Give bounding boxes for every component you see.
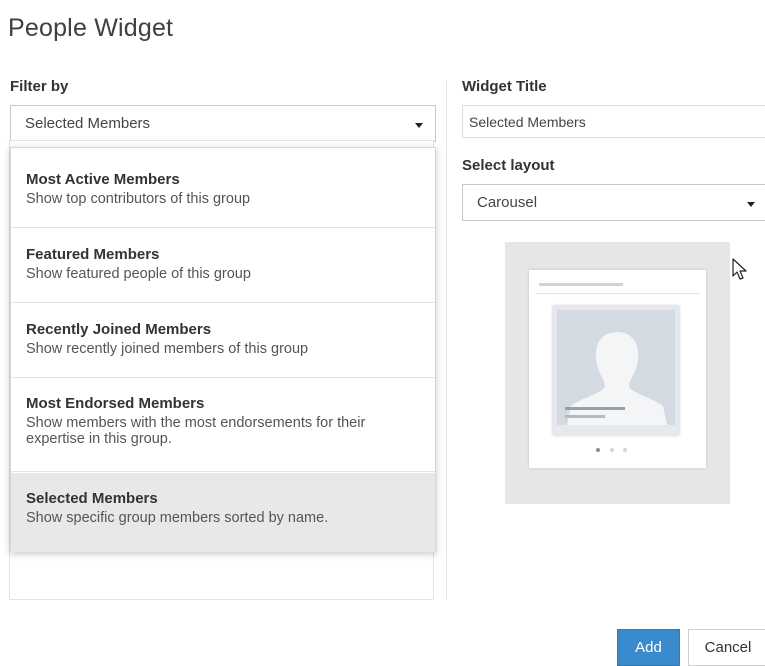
page-title: People Widget xyxy=(8,14,174,42)
add-button[interactable]: Add xyxy=(617,629,680,666)
chevron-down-icon xyxy=(415,122,423,128)
filter-by-select[interactable]: Selected Members xyxy=(10,105,436,142)
mouse-pointer-icon xyxy=(732,258,747,280)
option-description: Show recently joined members of this gro… xyxy=(26,341,309,357)
filter-by-label: Filter by xyxy=(10,78,69,95)
option-name: Selected Members xyxy=(26,490,158,507)
option-description: Show specific group members sorted by na… xyxy=(26,510,329,526)
column-divider xyxy=(446,80,447,600)
option-description: Show members with the most endorsements … xyxy=(26,415,366,447)
cancel-button[interactable]: Cancel xyxy=(688,629,765,666)
widget-title-input[interactable]: Selected Members xyxy=(462,105,765,138)
carousel-dot xyxy=(623,448,627,452)
option-name: Most Endorsed Members xyxy=(26,395,205,412)
filter-by-selected-value: Selected Members xyxy=(25,115,151,132)
select-layout-selected-value: Carousel xyxy=(477,194,538,211)
filter-by-dropdown-menu: Most Active Members Show top contributor… xyxy=(10,147,436,552)
select-layout-select[interactable]: Carousel xyxy=(462,184,765,221)
carousel-dot xyxy=(610,448,614,452)
dropdown-option-most-endorsed[interactable]: Most Endorsed Members Show members with … xyxy=(11,378,435,472)
dropdown-option-recently-joined[interactable]: Recently Joined Members Show recently jo… xyxy=(11,303,435,378)
option-name: Most Active Members xyxy=(26,171,180,188)
option-name: Featured Members xyxy=(26,246,160,263)
preview-name-line xyxy=(565,407,625,410)
avatar-placeholder xyxy=(553,306,679,435)
dropdown-option-featured[interactable]: Featured Members Show featured people of… xyxy=(11,228,435,303)
select-layout-label: Select layout xyxy=(462,157,555,174)
preview-subtitle-line xyxy=(565,415,605,418)
dropdown-option-most-active[interactable]: Most Active Members Show top contributor… xyxy=(11,148,435,228)
widget-title-label: Widget Title xyxy=(462,78,547,95)
chevron-down-icon xyxy=(747,201,755,207)
option-description: Show featured people of this group xyxy=(26,266,251,282)
preview-separator xyxy=(535,293,700,294)
option-name: Recently Joined Members xyxy=(26,321,212,338)
dropdown-option-selected-members[interactable]: Selected Members Show specific group mem… xyxy=(11,473,435,552)
option-description: Show top contributors of this group xyxy=(26,191,251,207)
preview-title-line xyxy=(539,283,623,286)
carousel-dot-active xyxy=(596,448,600,452)
